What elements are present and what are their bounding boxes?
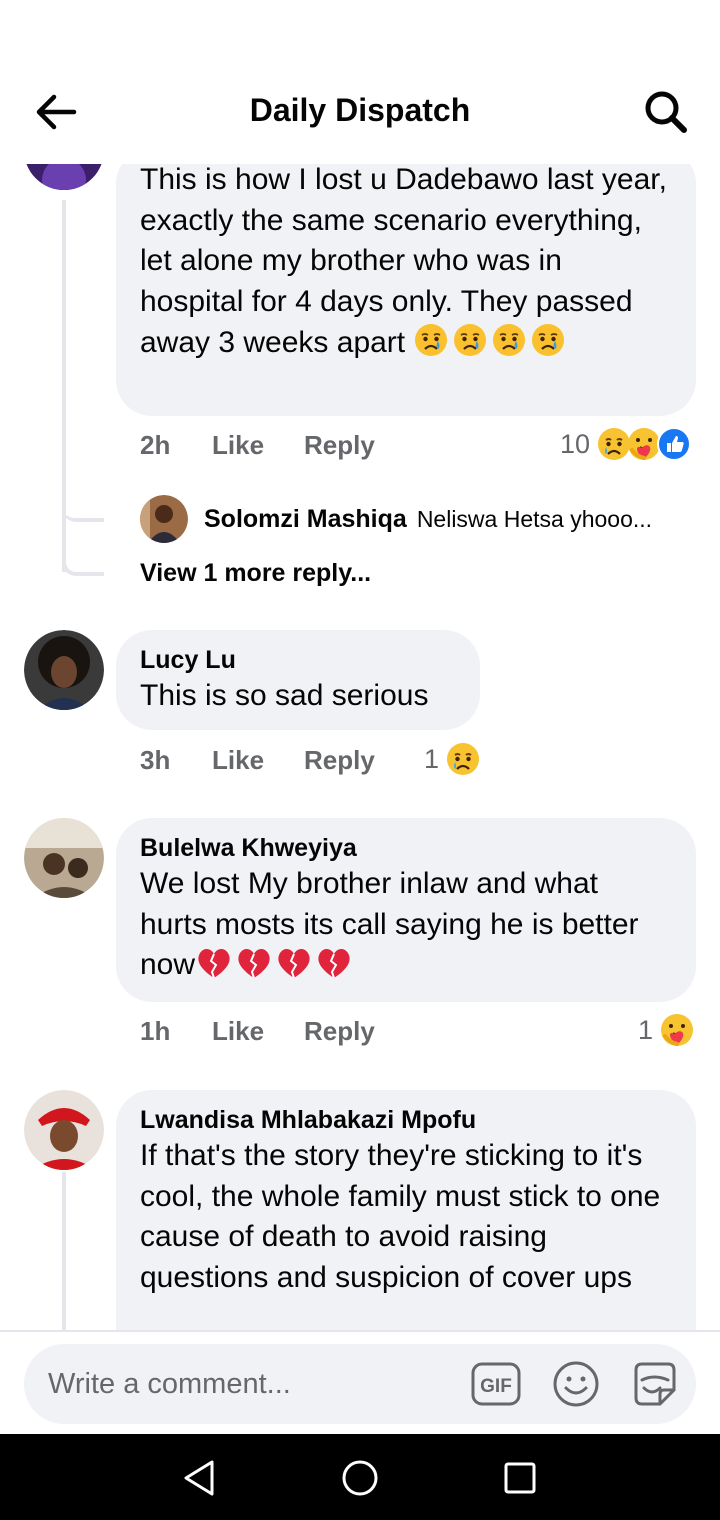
smiley-icon (553, 1361, 599, 1407)
search-button[interactable] (642, 88, 690, 136)
status-bar-area (0, 0, 720, 60)
comment-author[interactable]: Lucy Lu (140, 644, 456, 676)
comment-time: 2h (140, 430, 171, 460)
reaction-summary[interactable]: 10 (560, 424, 692, 464)
crying-face-emoji (530, 322, 566, 358)
comment-text: This is so sad serious (140, 679, 429, 712)
avatar[interactable] (24, 1090, 104, 1170)
gif-icon: GIF (471, 1362, 521, 1406)
reply-button[interactable]: Reply (304, 1016, 375, 1047)
triangle-back-icon (184, 1460, 214, 1496)
thread-line (62, 1172, 66, 1330)
sad-reaction-icon (445, 741, 481, 777)
reaction-summary[interactable]: 1 (424, 739, 481, 779)
reaction-summary[interactable]: 1 (638, 1010, 695, 1050)
comment-input[interactable] (48, 1364, 448, 1404)
reply-branch (62, 480, 104, 522)
like-button[interactable]: Like (212, 430, 264, 461)
comment-text: We lost My brother inlaw and what hurts … (140, 864, 672, 986)
comment-bubble: Bulelwa Khweyiya We lost My brother inla… (116, 818, 696, 1002)
reply-author[interactable]: Solomzi Mashiqa (204, 505, 407, 534)
nested-reply[interactable]: Solomzi Mashiqa Neliswa Hetsa yhooo... (140, 494, 652, 544)
reply-branch (62, 532, 104, 576)
emoji-button[interactable] (550, 1358, 602, 1410)
gif-button[interactable]: GIF (470, 1358, 522, 1410)
broken-heart-emoji (195, 946, 233, 980)
square-recents-icon (504, 1462, 536, 1494)
system-navigation-bar (0, 1434, 720, 1520)
view-more-replies-link[interactable]: View 1 more reply... (140, 559, 371, 588)
comment-text: If that's the story they're sticking to … (140, 1139, 661, 1294)
comment-composer: GIF (24, 1344, 696, 1424)
nav-back-button[interactable] (176, 1454, 224, 1502)
reply-preview: Neliswa Hetsa yhooo... (416, 505, 653, 532)
reaction-count: 1 (638, 1014, 654, 1045)
circle-home-icon (342, 1460, 378, 1496)
reaction-count: 1 (424, 743, 440, 774)
reaction-count: 10 (560, 428, 591, 459)
sticker-button[interactable] (628, 1358, 680, 1410)
nav-recents-button[interactable] (496, 1454, 544, 1502)
reply-button[interactable]: Reply (304, 430, 375, 461)
comments-feed[interactable]: This is how I lost u Dadebawo last year,… (0, 164, 720, 1330)
broken-heart-emoji (275, 946, 313, 980)
comment-time: 3h (140, 745, 171, 775)
gif-label: GIF (480, 1376, 512, 1397)
comment-body: This is how I lost u Dadebawo last year,… (140, 164, 667, 359)
comment-text: This is how I lost u Dadebawo last year,… (140, 164, 672, 364)
crying-face-emoji (491, 322, 527, 358)
page-title: Daily Dispatch (249, 92, 471, 128)
crying-face-emoji (413, 322, 449, 358)
app-header: Daily Dispatch (0, 60, 720, 164)
care-reaction-icon (659, 1012, 695, 1048)
like-button[interactable]: Like (212, 745, 264, 776)
like-reaction-icon (656, 426, 692, 462)
avatar[interactable] (24, 818, 104, 898)
comment-composer-bar: GIF (0, 1330, 720, 1434)
avatar (140, 495, 188, 543)
avatar[interactable] (24, 630, 104, 710)
comment-bubble: Lwandisa Mhlabakazi Mpofu If that's the … (116, 1090, 696, 1330)
like-button[interactable]: Like (212, 1016, 264, 1047)
comment-bubble: Lucy Lu This is so sad serious (116, 630, 480, 730)
comment-actions: 3h Like Reply (140, 741, 400, 781)
nav-home-button[interactable] (336, 1454, 384, 1502)
crying-face-emoji (452, 322, 488, 358)
sticker-icon (634, 1362, 676, 1406)
comment-time: 1h (140, 1016, 171, 1046)
comment-author[interactable]: Bulelwa Khweyiya (140, 832, 672, 864)
comment-actions: 1h Like Reply (140, 1012, 400, 1052)
search-icon (645, 91, 687, 133)
broken-heart-emoji (315, 946, 353, 980)
comment-author[interactable]: Lwandisa Mhlabakazi Mpofu (140, 1104, 672, 1136)
comment-bubble: This is how I lost u Dadebawo last year,… (116, 164, 696, 416)
reply-button[interactable]: Reply (304, 745, 375, 776)
broken-heart-emoji (235, 946, 273, 980)
avatar[interactable] (24, 164, 104, 190)
